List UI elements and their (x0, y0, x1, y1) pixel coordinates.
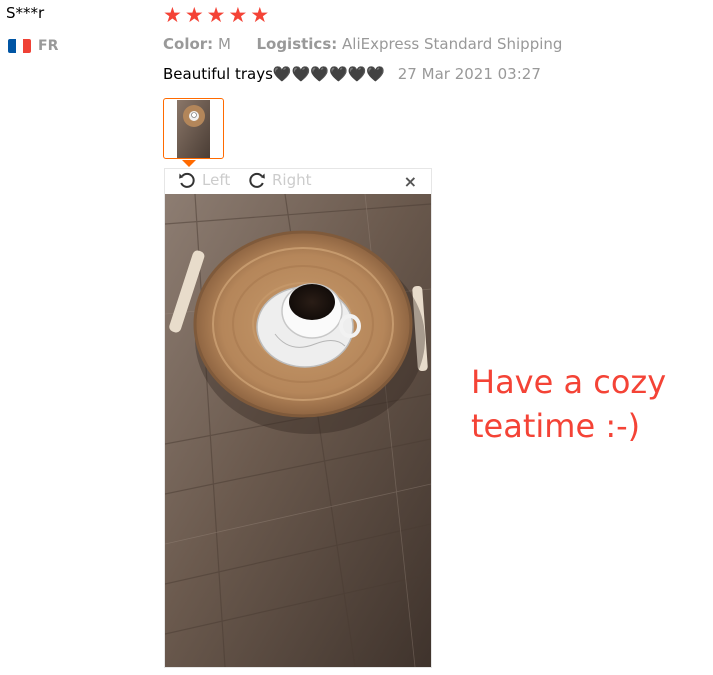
photo-image (165, 194, 431, 667)
color-value: M (217, 35, 231, 53)
logistics-value: AliExpress Standard Shipping (342, 35, 563, 53)
thumbnail-image (177, 99, 210, 158)
star-icon: ★ (206, 3, 226, 27)
viewer-toolbar: Left Right × (165, 169, 431, 194)
close-viewer-button[interactable]: × (404, 172, 417, 191)
rotate-right-label: Right (272, 171, 312, 189)
rotate-ccw-icon (179, 172, 195, 188)
reviewer-country: FR (8, 38, 58, 54)
star-icon: ★ (250, 3, 270, 27)
star-icon: ★ (163, 3, 182, 27)
photo-viewer: Left Right × (164, 168, 432, 668)
rotate-left-button[interactable]: Left (177, 170, 230, 190)
rotate-right-button[interactable]: Right (247, 170, 312, 190)
star-icon: ★ (184, 3, 204, 27)
annotation-caption: Have a cozy teatime :-) (471, 363, 667, 445)
order-attributes: Color: M Logistics: AliExpress Standard … (163, 35, 562, 53)
review-photo (165, 194, 431, 667)
thumbnail-pointer (182, 160, 196, 167)
review-photo-thumbnail[interactable] (163, 98, 224, 159)
review-feedback: Beautiful trays🖤🖤🖤🖤🖤🖤 27 Mar 2021 03:27 (163, 65, 541, 83)
color-label: Color: (163, 35, 214, 53)
country-code: FR (38, 38, 59, 54)
star-rating: ★ ★ ★ ★ ★ (163, 3, 269, 27)
logistics-label: Logistics: (256, 35, 338, 53)
review-date: 27 Mar 2021 03:27 (397, 65, 541, 83)
france-flag-icon (8, 39, 31, 53)
star-icon: ★ (228, 3, 248, 27)
rotate-left-label: Left (202, 171, 231, 189)
feedback-text: Beautiful trays🖤🖤🖤🖤🖤🖤 (163, 65, 385, 83)
rotate-cw-icon (249, 172, 265, 188)
reviewer-name: S***r (6, 4, 45, 22)
